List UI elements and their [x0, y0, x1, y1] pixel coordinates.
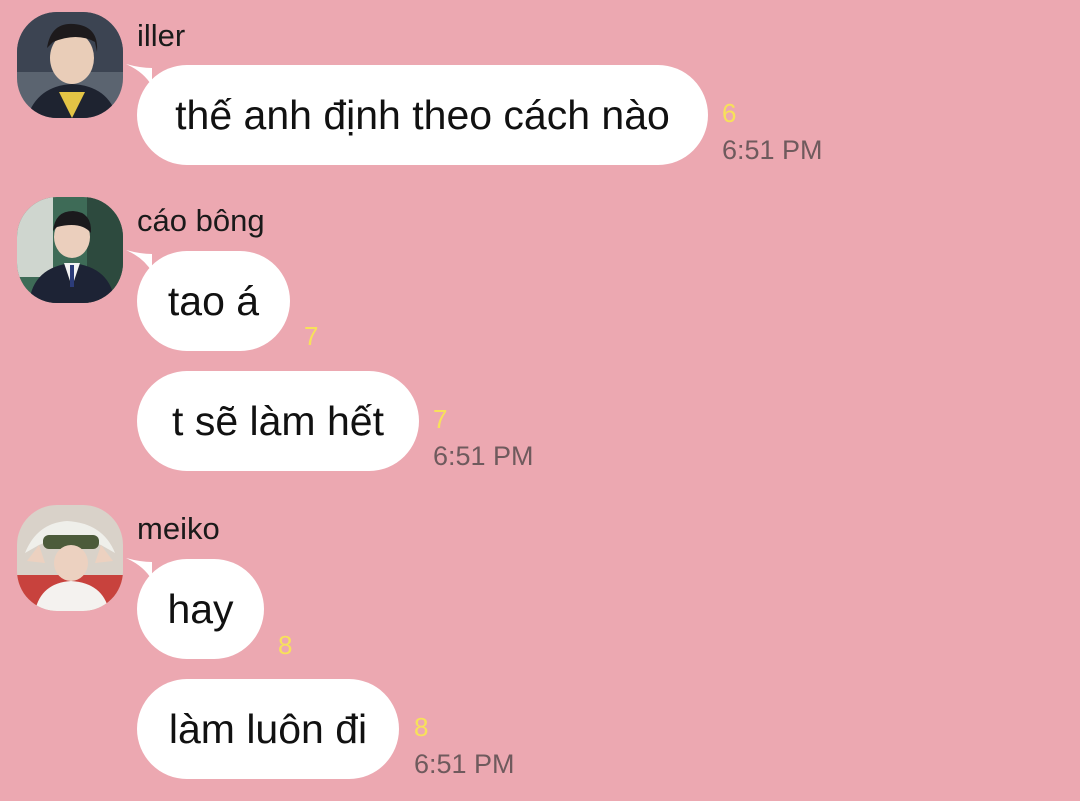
- unread-count: 6: [722, 98, 737, 128]
- message-bubble[interactable]: hay: [137, 559, 264, 659]
- unread-count: 7: [433, 404, 448, 434]
- unread-count: 7: [304, 321, 319, 351]
- unread-count: 8: [278, 630, 293, 660]
- message-text: t sẽ làm hết: [172, 397, 384, 444]
- sender-name: iller: [137, 18, 186, 53]
- message-bubble[interactable]: làm luôn đi: [137, 679, 399, 779]
- message-time: 6:51 PM: [722, 135, 823, 165]
- unread-count: 8: [414, 712, 429, 742]
- message-time: 6:51 PM: [433, 441, 534, 471]
- message-text: thế anh định theo cách nào: [175, 91, 670, 138]
- message-text: làm luôn đi: [168, 705, 368, 752]
- message-bubble[interactable]: tao á: [137, 251, 290, 351]
- message-text: hay: [167, 585, 234, 632]
- avatar[interactable]: [17, 505, 123, 611]
- avatar[interactable]: [17, 197, 123, 303]
- message-bubble[interactable]: thế anh định theo cách nào: [137, 65, 708, 165]
- sender-name: cáo bông: [137, 203, 265, 238]
- message-bubble[interactable]: t sẽ làm hết: [137, 371, 419, 471]
- avatar[interactable]: [17, 12, 123, 118]
- sender-name: meiko: [137, 511, 220, 546]
- message-time: 6:51 PM: [414, 749, 515, 779]
- message-text: tao á: [167, 277, 260, 324]
